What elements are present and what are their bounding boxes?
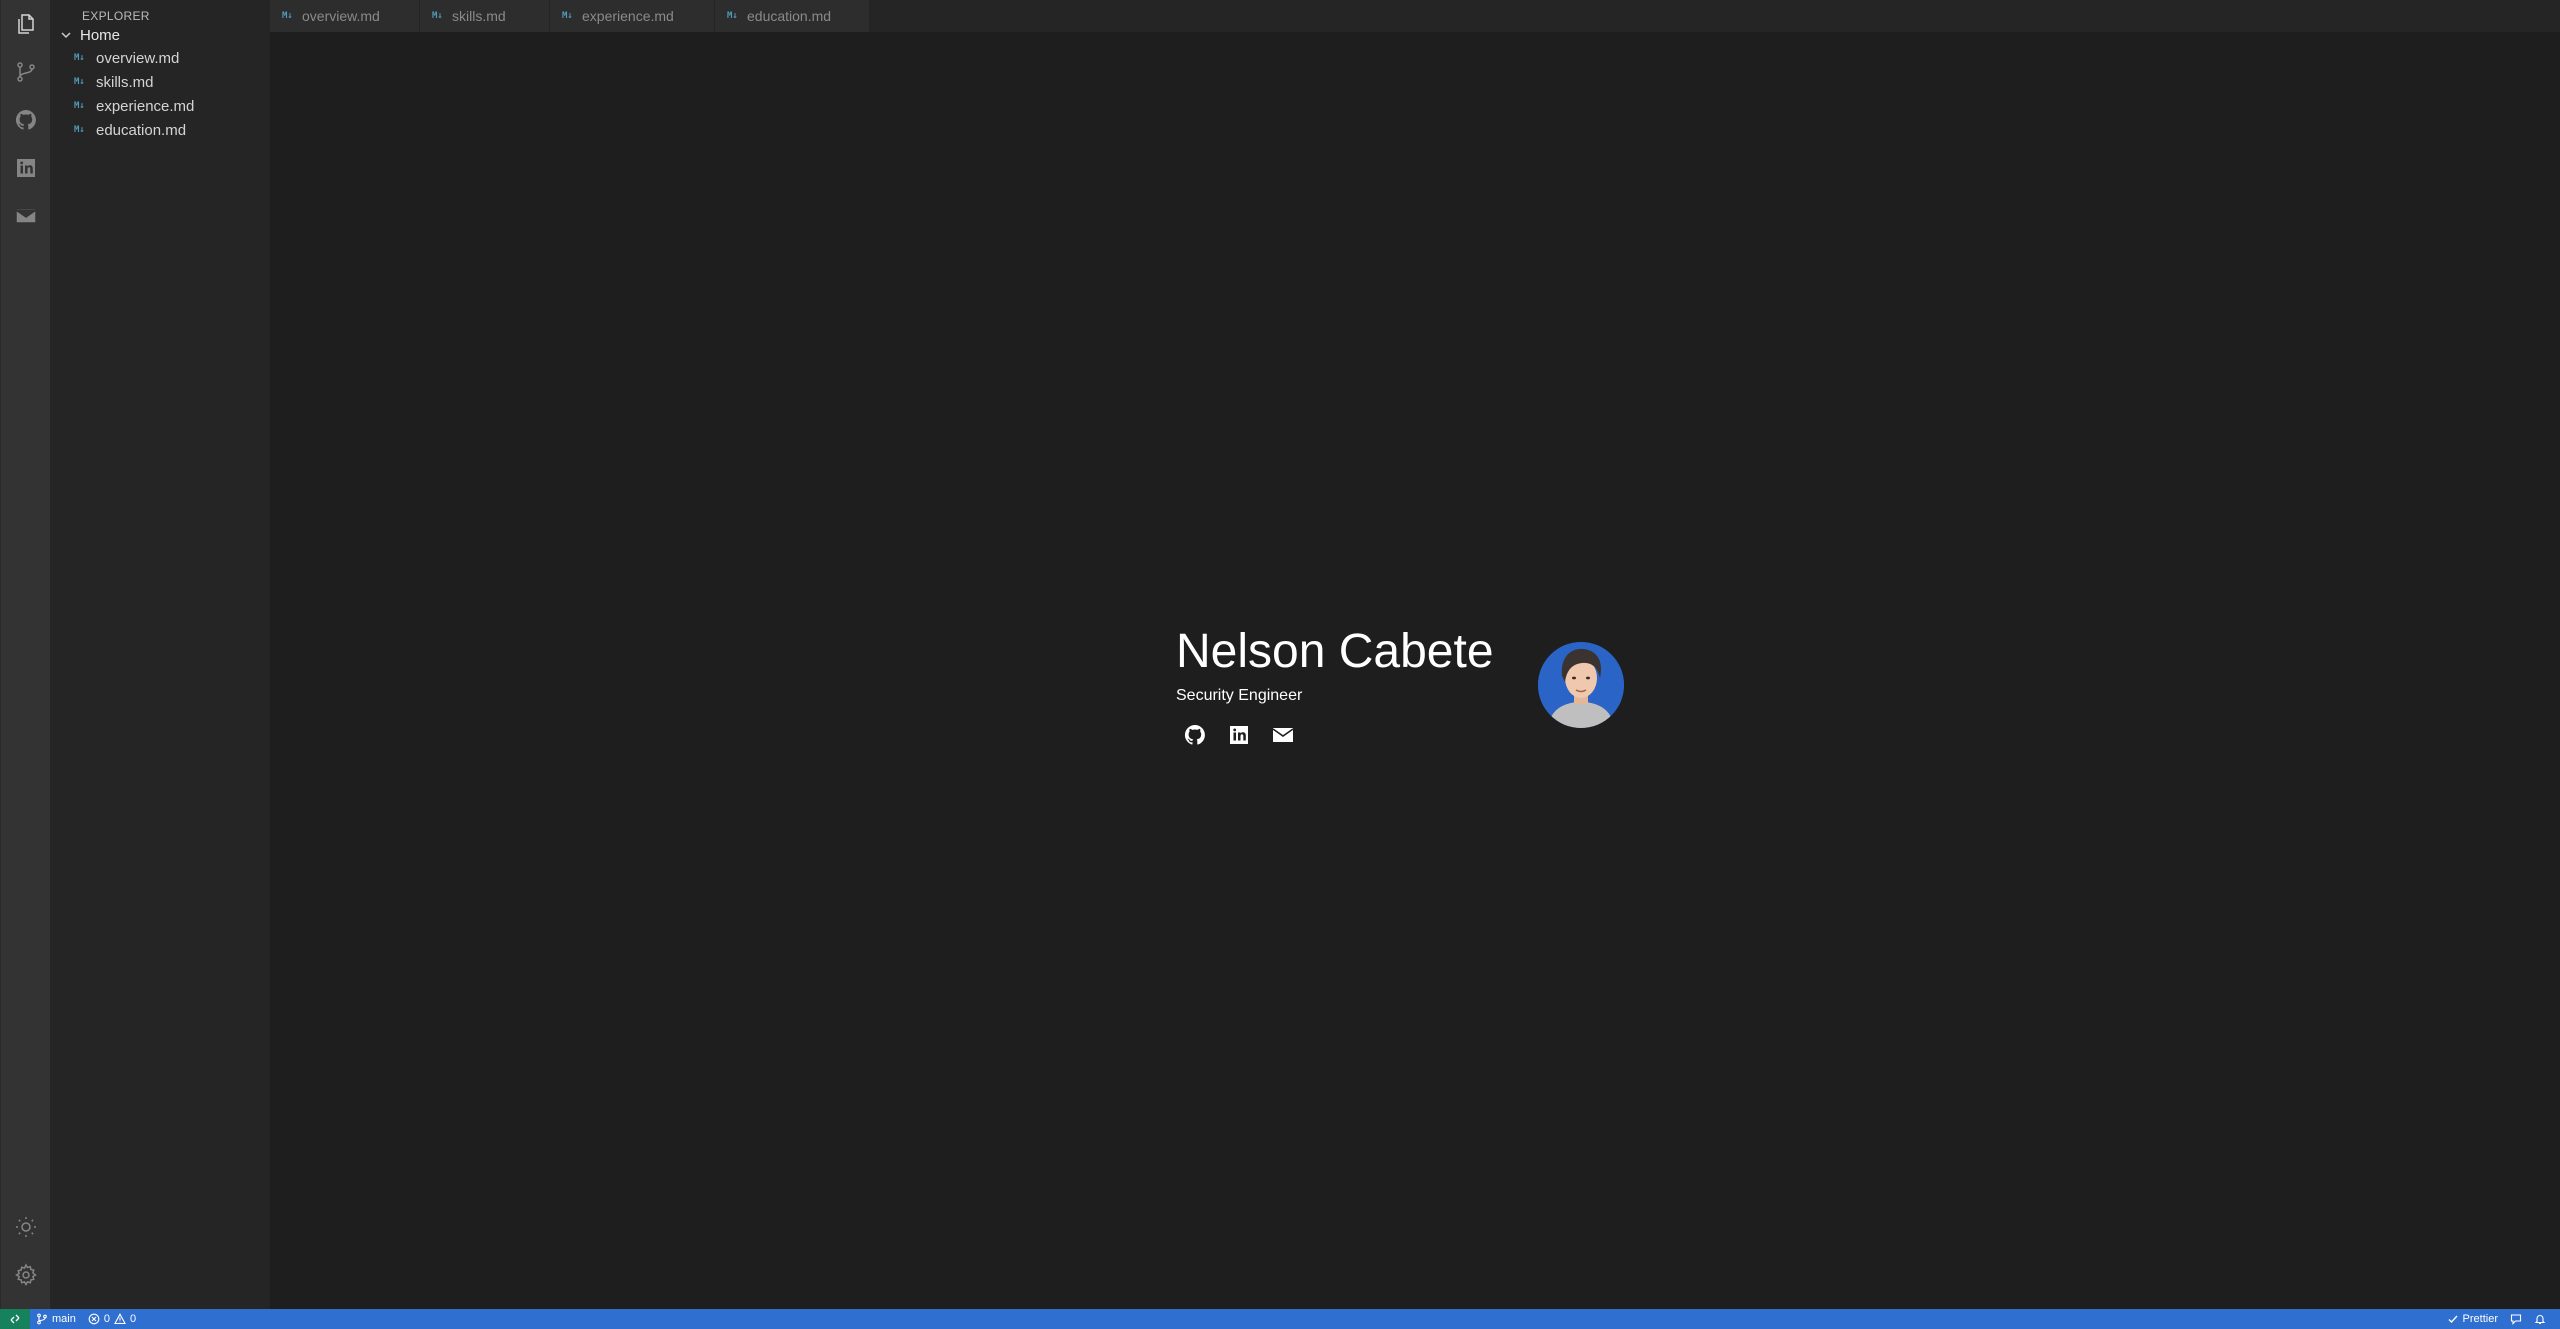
warning-icon xyxy=(114,1313,126,1325)
tab-label: skills.md xyxy=(452,8,506,24)
remote-icon xyxy=(10,1314,20,1324)
problems-indicator[interactable]: 0 0 xyxy=(82,1313,142,1325)
editor-area: Nelson Cabete Security Engineer xyxy=(270,32,2560,1309)
branch-name: main xyxy=(52,1313,76,1325)
avatar-illustration xyxy=(1538,642,1624,728)
folder-label: Home xyxy=(80,26,121,44)
file-label: skills.md xyxy=(96,73,154,91)
github-icon xyxy=(15,109,36,130)
status-bar: main 0 0 Prettier xyxy=(0,1309,2560,1329)
branch-icon xyxy=(37,1313,47,1325)
mail-icon xyxy=(14,208,37,224)
app-window: EXPLORER Home M↓ overview.md M↓ skills.m… xyxy=(0,0,2560,1329)
tab-label: overview.md xyxy=(302,8,380,24)
folder-home[interactable]: Home xyxy=(50,24,270,46)
activity-bar xyxy=(0,0,50,1309)
file-skills[interactable]: M↓ skills.md xyxy=(50,70,270,94)
source-control-button[interactable] xyxy=(1,48,51,96)
markdown-icon: M↓ xyxy=(74,125,85,135)
markdown-icon: M↓ xyxy=(74,101,85,111)
github-button[interactable] xyxy=(1,96,51,144)
bell-icon xyxy=(2534,1315,2546,1325)
tab-skills[interactable]: M↓ skills.md xyxy=(420,0,550,32)
markdown-icon: M↓ xyxy=(74,77,85,87)
profile-links xyxy=(1182,722,1296,748)
explorer-sidebar: EXPLORER Home M↓ overview.md M↓ skills.m… xyxy=(50,0,270,1309)
sidebar-title: EXPLORER xyxy=(82,9,150,23)
chevron-down-icon xyxy=(61,32,71,39)
remote-button[interactable] xyxy=(0,1309,30,1329)
github-link[interactable] xyxy=(1182,722,1208,748)
error-icon xyxy=(88,1313,100,1325)
linkedin-button[interactable] xyxy=(1,144,51,192)
statusbar-right: Prettier xyxy=(2441,1313,2560,1325)
github-icon xyxy=(1184,724,1205,745)
file-education[interactable]: M↓ education.md xyxy=(50,118,270,142)
warning-count: 0 xyxy=(129,1313,137,1325)
markdown-icon: M↓ xyxy=(432,11,443,21)
markdown-icon: M↓ xyxy=(562,11,573,21)
mail-link[interactable] xyxy=(1270,722,1296,748)
profile-hero: Nelson Cabete Security Engineer xyxy=(1176,592,1636,772)
tab-education[interactable]: M↓ education.md xyxy=(715,0,870,32)
notifications-button[interactable] xyxy=(2528,1313,2552,1325)
linkedin-icon xyxy=(1230,726,1248,744)
tab-label: experience.md xyxy=(582,8,674,24)
theme-toggle-button[interactable] xyxy=(1,1203,51,1251)
explorer-button[interactable] xyxy=(1,0,51,48)
linkedin-link[interactable] xyxy=(1226,722,1252,748)
files-icon xyxy=(17,14,34,34)
linkedin-icon xyxy=(16,159,35,177)
tab-overview[interactable]: M↓ overview.md xyxy=(270,0,420,32)
branch-indicator[interactable]: main xyxy=(30,1313,82,1325)
feedback-icon xyxy=(2510,1314,2522,1325)
avatar xyxy=(1538,642,1624,728)
profile-name: Nelson Cabete xyxy=(1176,625,1494,678)
file-label: overview.md xyxy=(96,49,180,67)
file-overview[interactable]: M↓ overview.md xyxy=(50,46,270,70)
file-label: education.md xyxy=(96,121,187,139)
feedback-button[interactable] xyxy=(2504,1313,2528,1325)
file-label: experience.md xyxy=(96,97,195,115)
markdown-icon: M↓ xyxy=(74,53,85,63)
markdown-icon: M↓ xyxy=(727,11,738,21)
source-control-icon xyxy=(16,62,35,82)
settings-icon xyxy=(14,1263,37,1287)
mail-button[interactable] xyxy=(1,192,51,240)
mail-icon xyxy=(1272,728,1294,742)
file-experience[interactable]: M↓ experience.md xyxy=(50,94,270,118)
settings-button[interactable] xyxy=(1,1251,51,1299)
activity-bar-bottom xyxy=(1,1203,51,1299)
error-count: 0 xyxy=(103,1313,110,1325)
tab-experience[interactable]: M↓ experience.md xyxy=(550,0,715,32)
formatter-label: Prettier xyxy=(2462,1313,2498,1325)
prettier-indicator[interactable]: Prettier xyxy=(2441,1313,2504,1325)
tab-bar: M↓ overview.md M↓ skills.md M↓ experienc… xyxy=(270,0,2560,32)
profile-role: Security Engineer xyxy=(1176,687,1303,704)
check-icon xyxy=(2448,1315,2458,1323)
markdown-icon: M↓ xyxy=(282,11,293,21)
theme-icon xyxy=(16,1217,36,1237)
tab-label: education.md xyxy=(747,8,832,24)
